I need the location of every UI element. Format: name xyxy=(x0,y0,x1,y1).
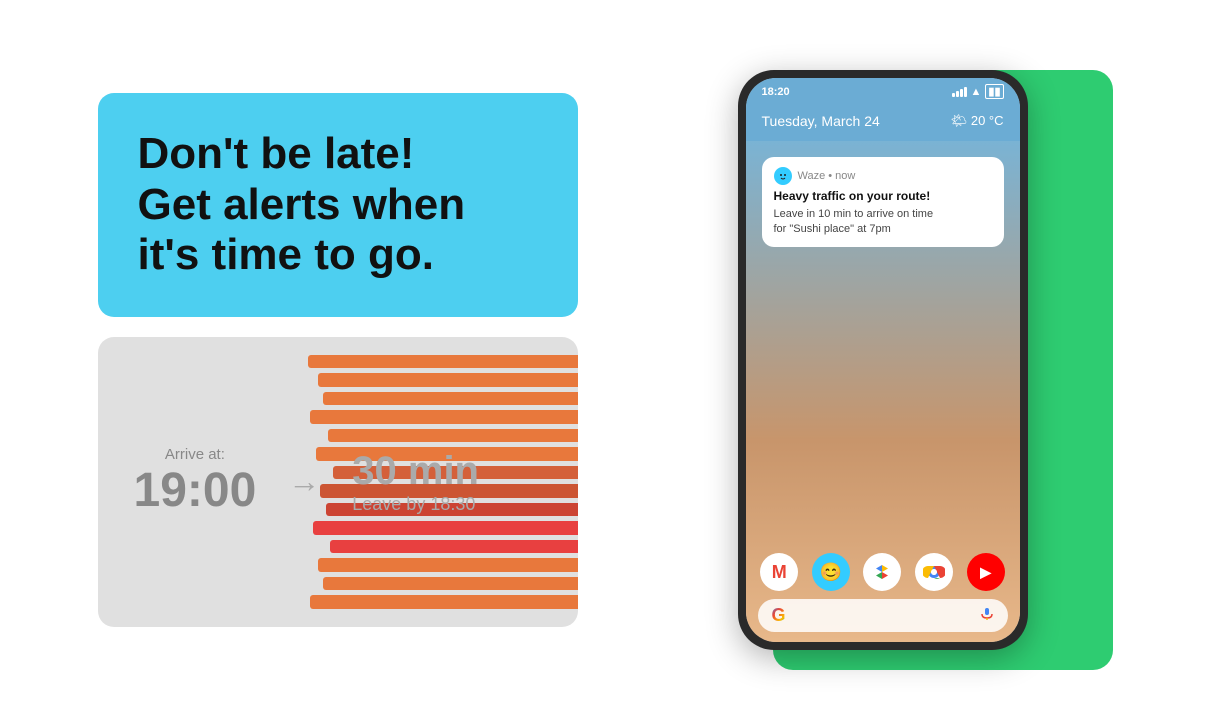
arrow-icon: → xyxy=(288,463,320,500)
arrive-label: Arrive at: xyxy=(165,446,225,463)
stripe-3 xyxy=(323,392,578,406)
notification-app-name: Waze • now xyxy=(798,170,856,182)
travel-info: Arrive at: 19:00 → 30 min Leave by 18:30 xyxy=(98,446,515,518)
left-panel: Don't be late! Get alerts when it's time… xyxy=(98,93,578,627)
right-panel: 18:20 ▲ ▮▮ Tuesday, March 24 xyxy=(693,40,1113,680)
app-dock: M 😊 xyxy=(746,543,1020,642)
duration-block: 30 min Leave by 18:30 xyxy=(352,449,479,515)
mic-icon[interactable] xyxy=(980,607,994,624)
wallpaper: Waze • now Heavy traffic on your route! … xyxy=(746,141,1020,642)
notification-header: Waze • now xyxy=(774,167,992,185)
main-container: Don't be late! Get alerts when it's time… xyxy=(0,0,1210,720)
stripe-5 xyxy=(328,429,578,443)
arrive-block: Arrive at: 19:00 xyxy=(134,446,257,518)
status-time: 18:20 xyxy=(762,86,790,98)
waze-app-icon[interactable]: 😊 xyxy=(812,553,850,591)
photos-icon[interactable] xyxy=(863,553,901,591)
signal-bar-3 xyxy=(960,89,963,97)
weather-display: 🌤 20 °C xyxy=(951,113,1004,129)
signal-bars xyxy=(952,87,967,97)
notification-card[interactable]: Waze • now Heavy traffic on your route! … xyxy=(762,157,1004,247)
duration-text: 30 min xyxy=(352,449,479,494)
battery-icon: ▮▮ xyxy=(985,84,1003,99)
signal-bar-2 xyxy=(956,91,959,97)
stripe-4 xyxy=(310,410,578,424)
chrome-icon[interactable] xyxy=(915,553,953,591)
wifi-icon: ▲ xyxy=(971,86,982,98)
phone-header: Tuesday, March 24 🌤 20 °C xyxy=(746,105,1020,141)
signal-bar-1 xyxy=(952,93,955,97)
notification-title: Heavy traffic on your route! xyxy=(774,189,992,205)
headline-line1: Don't be late! xyxy=(138,129,415,178)
stripe-14 xyxy=(310,595,578,609)
app-icons-row: M 😊 xyxy=(754,553,1012,591)
stripe-11 xyxy=(330,540,578,554)
headline-line2: Get alerts when xyxy=(138,180,466,229)
signal-bar-4 xyxy=(964,87,967,97)
google-g-logo: G xyxy=(772,605,786,626)
date-display: Tuesday, March 24 xyxy=(762,113,880,129)
youtube-icon[interactable]: ▶ xyxy=(967,553,1005,591)
stripe-12 xyxy=(318,558,578,572)
status-bar: 18:20 ▲ ▮▮ xyxy=(746,78,1020,105)
google-search-bar[interactable]: G xyxy=(758,599,1008,632)
status-icons: ▲ ▮▮ xyxy=(952,84,1004,99)
phone-screen: 18:20 ▲ ▮▮ Tuesday, March 24 xyxy=(746,78,1020,642)
headline: Don't be late! Get alerts when it's time… xyxy=(138,129,538,281)
stripe-10 xyxy=(313,521,578,535)
arrive-time: 19:00 xyxy=(134,463,257,518)
hero-card: Don't be late! Get alerts when it's time… xyxy=(98,93,578,317)
stripe-1 xyxy=(308,355,578,369)
gmail-icon[interactable]: M xyxy=(760,553,798,591)
stripe-13 xyxy=(323,577,578,591)
travel-card: Arrive at: 19:00 → 30 min Leave by 18:30 xyxy=(98,337,578,627)
notification-body: Leave in 10 min to arrive on timefor "Su… xyxy=(774,207,992,238)
phone-frame: 18:20 ▲ ▮▮ Tuesday, March 24 xyxy=(738,70,1028,650)
headline-line3: it's time to go. xyxy=(138,230,434,279)
stripe-2 xyxy=(318,373,578,387)
leave-by-text: Leave by 18:30 xyxy=(352,494,479,515)
waze-icon xyxy=(774,167,792,185)
